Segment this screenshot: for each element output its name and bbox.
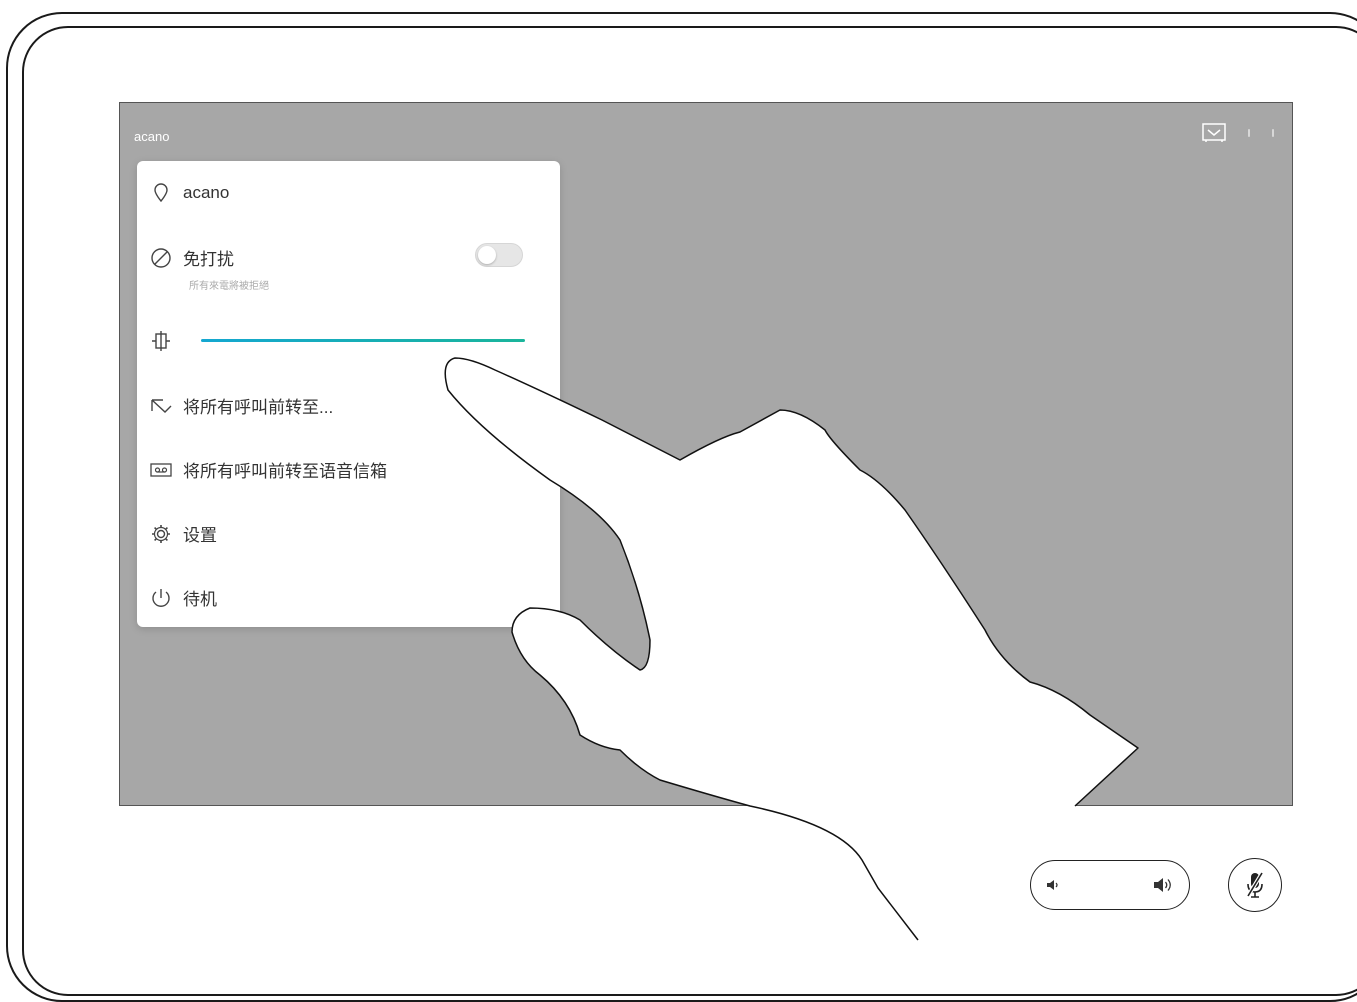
menu-item-label: 设置 [183, 526, 217, 545]
menu-item-label: 将所有呼叫前转至语音信箱 [183, 462, 387, 481]
menu-item-label: acano [183, 183, 230, 202]
brightness-slider-fill [201, 339, 525, 342]
volume-down-icon[interactable] [1045, 877, 1061, 893]
voicemail-icon [149, 458, 173, 482]
menu-item-standby[interactable]: 待机 [149, 585, 217, 610]
do-not-disturb-toggle[interactable] [475, 243, 523, 267]
more-dot-icon[interactable] [1248, 129, 1250, 137]
menu-item-settings[interactable]: 设置 [149, 521, 217, 546]
forward-icon [149, 394, 173, 418]
menu-item-label: 免打扰 [183, 250, 234, 269]
menu-item-forward-voicemail[interactable]: 将所有呼叫前转至语音信箱 [149, 457, 387, 482]
brightness-slider[interactable] [201, 339, 525, 343]
brightness-icon [149, 329, 173, 353]
menu-item-label: 待机 [183, 590, 217, 609]
power-icon [149, 586, 173, 610]
microphone-muted-icon [1246, 871, 1264, 898]
menu-item-brightness [149, 329, 183, 353]
do-not-disturb-icon [149, 246, 173, 270]
gear-icon [149, 522, 173, 546]
mute-button[interactable] [1228, 858, 1282, 912]
volume-up-icon[interactable] [1153, 875, 1175, 895]
top-right-controls [1202, 123, 1274, 143]
more-dot-icon[interactable] [1272, 129, 1274, 137]
touch-screen: acano acano 免打扰 所有來電將被拒絕 将所有呼叫前转至... 将所有… [119, 102, 1293, 806]
screen-title: acano [134, 129, 170, 144]
do-not-disturb-sublabel: 所有來電將被拒絕 [189, 281, 269, 292]
volume-control [1030, 860, 1190, 910]
layout-icon[interactable] [1202, 123, 1226, 143]
menu-item-forward-calls[interactable]: 将所有呼叫前转至... [149, 393, 333, 418]
menu-item-do-not-disturb[interactable]: 免打扰 [149, 245, 234, 270]
menu-item-acano[interactable]: acano [149, 181, 229, 205]
menu-item-label: 将所有呼叫前转至... [183, 398, 334, 417]
toggle-knob [478, 246, 496, 264]
control-panel-menu: acano 免打扰 所有來電將被拒絕 将所有呼叫前转至... 将所有呼叫前转至语… [137, 161, 560, 627]
location-pin-icon [149, 181, 173, 205]
